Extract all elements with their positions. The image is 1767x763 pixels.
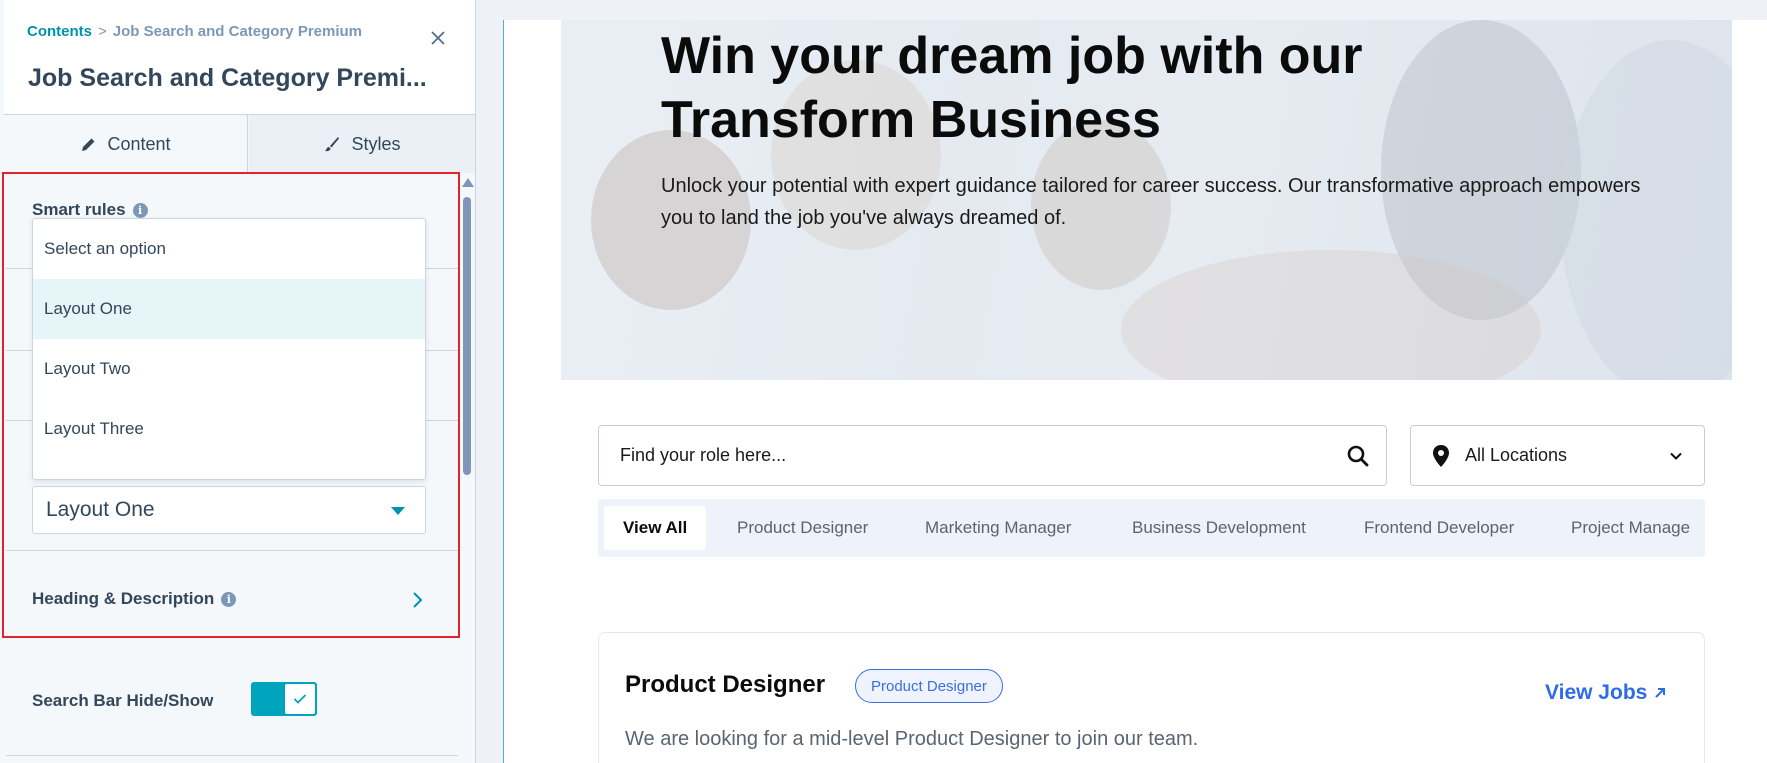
hero-description: Unlock your potential with expert guidan… xyxy=(661,175,1641,229)
breadcrumb-separator: > xyxy=(98,23,107,40)
search-placeholder: Find your role here... xyxy=(620,445,787,465)
hero-banner: Win your dream job with our Transform Bu… xyxy=(561,20,1732,380)
dropdown-option-layout-one[interactable]: Layout One xyxy=(33,279,425,339)
role-search-input[interactable]: Find your role here... xyxy=(598,425,1387,486)
dropdown-option-layout-two[interactable]: Layout Two xyxy=(33,339,425,399)
dropdown-option-placeholder[interactable]: Select an option xyxy=(33,219,425,279)
search-bar-toggle-label: Search Bar Hide/Show xyxy=(32,691,214,710)
close-icon[interactable] xyxy=(428,28,448,48)
smart-rules-heading: Smart rules i xyxy=(32,200,148,220)
chevron-right-icon[interactable] xyxy=(408,590,426,610)
job-card: Product Designer Product Designer View J… xyxy=(598,632,1705,763)
map-pin-icon xyxy=(1433,445,1449,467)
search-bar-toggle[interactable] xyxy=(251,682,317,716)
pencil-icon xyxy=(82,138,95,151)
search-icon[interactable] xyxy=(1346,444,1370,468)
layout-dropdown-menu: Select an option Layout One Layout Two L… xyxy=(32,218,426,480)
scroll-up-arrow-icon[interactable] xyxy=(462,178,474,187)
panel-scrollbar[interactable] xyxy=(460,172,474,763)
chevron-down-icon xyxy=(1670,452,1682,460)
location-value: All Locations xyxy=(1465,445,1568,465)
tab-content-label: Content xyxy=(107,133,171,154)
breadcrumb-current: Job Search and Category Premium xyxy=(112,23,363,40)
info-icon[interactable]: i xyxy=(221,591,237,607)
layout-select[interactable]: Layout One xyxy=(32,486,426,534)
view-jobs-link[interactable]: View Jobs xyxy=(1545,681,1667,705)
panel-tabs: Content Styles xyxy=(4,114,475,173)
info-icon[interactable]: i xyxy=(132,202,148,218)
job-title: Product Designer xyxy=(625,671,826,698)
caret-down-icon xyxy=(391,507,405,515)
divider xyxy=(6,550,458,551)
tab-content[interactable]: Content xyxy=(4,115,248,173)
layout-select-value: Layout One xyxy=(46,498,155,521)
category-tab-marketing-manager[interactable]: Marketing Manager xyxy=(925,506,1071,550)
smart-rules-label: Smart rules xyxy=(32,200,126,219)
category-tab-project-manager[interactable]: Project Manage xyxy=(1571,506,1690,550)
tab-styles-label: Styles xyxy=(351,133,401,154)
hero-title: Win your dream job with our Transform Bu… xyxy=(661,27,1363,149)
dropdown-option-layout-three[interactable]: Layout Three xyxy=(33,399,425,459)
checkmark-icon xyxy=(293,694,307,704)
panel-title: Job Search and Category Premi... xyxy=(28,64,427,92)
heading-description-section[interactable]: Heading & Description i xyxy=(32,589,237,609)
toggle-knob xyxy=(284,683,316,715)
arrow-up-right-icon xyxy=(1655,688,1666,698)
view-jobs-label: View Jobs xyxy=(1545,681,1648,704)
category-tab-business-development[interactable]: Business Development xyxy=(1132,506,1306,550)
brush-icon xyxy=(325,137,340,152)
breadcrumb-contents-link[interactable]: Contents xyxy=(27,23,92,40)
category-tab-frontend-developer[interactable]: Frontend Developer xyxy=(1364,506,1514,550)
heading-description-label: Heading & Description xyxy=(32,589,215,608)
category-tab-product-designer[interactable]: Product Designer xyxy=(737,506,868,550)
location-select[interactable]: All Locations xyxy=(1410,425,1705,486)
divider xyxy=(6,755,458,756)
panel-header: Contents > Job Search and Category Premium… xyxy=(4,0,475,114)
job-category-badge: Product Designer xyxy=(855,669,1003,703)
preview-canvas: Win your dream job with our Transform Bu… xyxy=(504,20,1767,763)
editor-panel: Contents > Job Search and Category Premium… xyxy=(0,0,476,763)
preview-top-strip xyxy=(476,0,1767,20)
category-tab-view-all[interactable]: View All xyxy=(604,506,707,550)
tab-styles[interactable]: Styles xyxy=(249,115,475,173)
page-preview: Win your dream job with our Transform Bu… xyxy=(476,0,1767,763)
breadcrumb: Contents > Job Search and Category Premium xyxy=(27,23,362,40)
scrollbar-thumb[interactable] xyxy=(463,197,471,475)
job-description: We are looking for a mid-level Product D… xyxy=(625,728,1199,750)
category-filter-bar: View All Product Designer Marketing Mana… xyxy=(598,499,1705,557)
